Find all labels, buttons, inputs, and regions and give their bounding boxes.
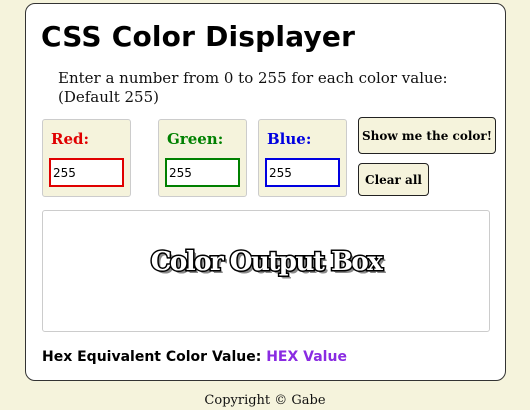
instructions: Enter a number from 0 to 255 for each co…: [58, 69, 448, 107]
blue-label: Blue:: [267, 130, 312, 148]
color-output-box: Color Output Box Color Output Box: [42, 210, 490, 332]
hex-label: Hex Equivalent Color Value:: [42, 349, 262, 365]
copyright: Copyright © Gabe: [204, 393, 326, 408]
output-box-label: Color Output Box: [149, 246, 384, 279]
red-input[interactable]: [49, 158, 124, 187]
red-label: Red:: [51, 130, 90, 148]
color-displayer-card: CSS Color Displayer Enter a number from …: [25, 3, 506, 381]
instructions-line-2: (Default 255): [58, 88, 159, 106]
page-title: CSS Color Displayer: [41, 20, 356, 53]
green-label: Green:: [167, 130, 224, 148]
green-color-box: Green:: [158, 119, 247, 197]
red-color-box: Red:: [42, 119, 131, 197]
blue-color-box: Blue:: [258, 119, 347, 197]
clear-all-button[interactable]: Clear all: [358, 163, 429, 196]
hex-value: HEX Value: [266, 349, 347, 365]
show-color-button[interactable]: Show me the color!: [358, 117, 496, 154]
hex-result: Hex Equivalent Color Value: HEX Value: [42, 349, 347, 365]
green-input[interactable]: [165, 158, 240, 187]
instructions-line-1: Enter a number from 0 to 255 for each co…: [58, 69, 448, 87]
blue-input[interactable]: [265, 158, 340, 187]
